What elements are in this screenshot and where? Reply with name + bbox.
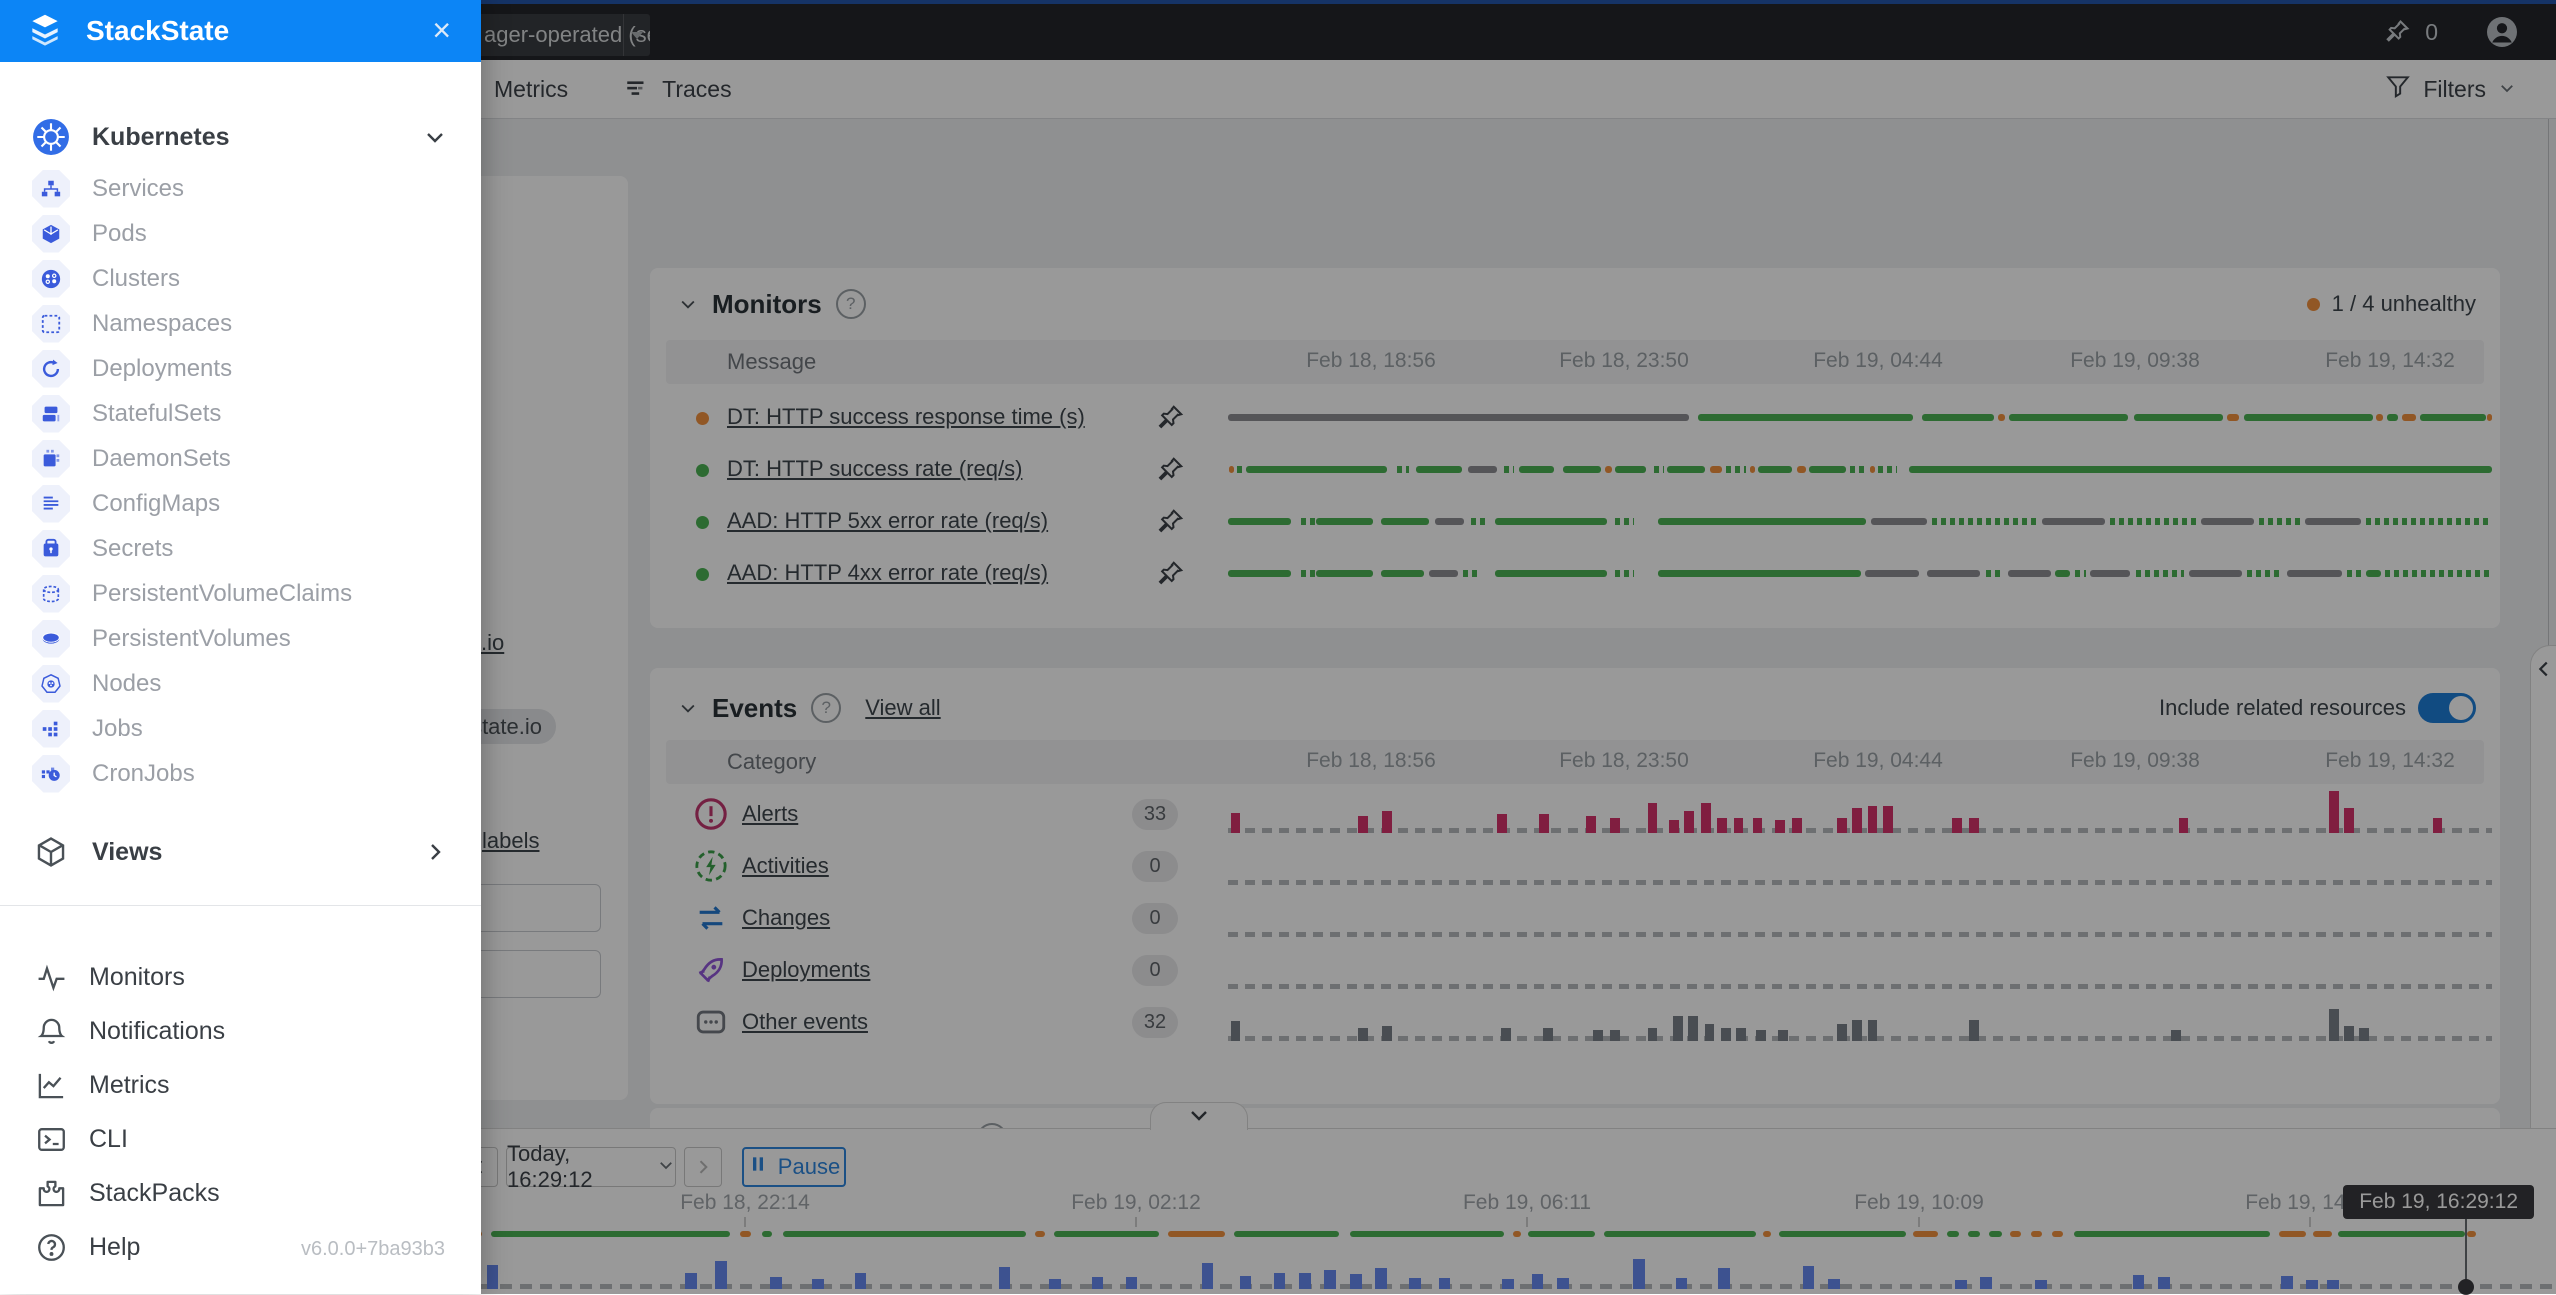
sidebar-resource-item[interactable]: DaemonSets [0,436,481,481]
app-version: v6.0.0+7ba93b3 [301,1238,445,1261]
sidebar-resource-item[interactable]: Clusters [0,256,481,301]
sidebar-resource-item[interactable]: PersistentVolumes [0,616,481,661]
sidebar-item-icon [36,1070,67,1101]
sidebar-item-views[interactable]: Views [0,828,481,876]
sidebar-item-icon [36,1124,67,1155]
sidebar-item-label: Monitors [89,963,185,992]
sidebar-bottom-item[interactable]: Monitors [0,950,481,1004]
sidebar-item-icon [36,1178,67,1209]
sidebar-item-label: Namespaces [92,310,232,338]
sidebar-item-label: Clusters [92,265,180,293]
kubernetes-icon [32,118,70,156]
sidebar-item-label: CronJobs [92,760,195,788]
chevron-down-icon [423,125,447,149]
resource-icon [32,665,70,703]
sidebar-item-label: CLI [89,1125,128,1154]
sidebar-item-label: StatefulSets [92,400,221,428]
sidebar-item-label: Nodes [92,670,161,698]
sidebar-item-label: Pods [92,220,147,248]
drawer-header: StackState × [0,0,481,62]
resource-icon [32,305,70,343]
sidebar-resource-item[interactable]: Deployments [0,346,481,391]
sidebar-resource-item[interactable]: PersistentVolumeClaims [0,571,481,616]
resource-icon [32,530,70,568]
close-drawer-icon[interactable]: × [432,14,451,46]
resource-icon [32,620,70,658]
resource-icon [32,170,70,208]
sidebar-item-label: Secrets [92,535,173,563]
sidebar-item-label: DaemonSets [92,445,231,473]
sidebar-item-label: ConfigMaps [92,490,220,518]
sidebar-resource-item[interactable]: StatefulSets [0,391,481,436]
sidebar-bottom-item[interactable]: Notifications [0,1004,481,1058]
brand-name: StackState [86,15,229,47]
sidebar-bottom-item[interactable]: CLI [0,1112,481,1166]
sidebar-item-label: Deployments [92,355,232,383]
navigation-drawer: StackState × Kubernetes Services Pods Cl… [0,0,481,1294]
sidebar-item-label: Services [92,175,184,203]
sidebar-resource-item[interactable]: Namespaces [0,301,481,346]
resource-icon [32,710,70,748]
sidebar-item-label: StackPacks [89,1179,220,1208]
sidebar-resource-item[interactable]: ConfigMaps [0,481,481,526]
sidebar-item-label: Jobs [92,715,143,743]
sidebar-item-icon [36,962,67,993]
sidebar-item-label: PersistentVolumes [92,625,291,653]
resource-icon [32,440,70,478]
resource-icon [32,395,70,433]
sidebar-bottom-item[interactable]: Metrics [0,1058,481,1112]
sidebar-item-label: Notifications [89,1017,225,1046]
sidebar-item-label: Views [92,838,162,867]
sidebar-resource-item[interactable]: Jobs [0,706,481,751]
views-cube-icon [34,835,68,869]
sidebar-item-label: Metrics [89,1071,170,1100]
stackstate-logo-icon [26,10,64,53]
sidebar-resource-item[interactable]: Nodes [0,661,481,706]
resource-icon [32,260,70,298]
sidebar-bottom-item[interactable]: StackPacks [0,1166,481,1220]
sidebar-resource-item[interactable]: CronJobs [0,751,481,796]
resource-icon [32,215,70,253]
sidebar-resource-item[interactable]: Pods [0,211,481,256]
drawer-divider [0,905,481,906]
sidebar-item-label: PersistentVolumeClaims [92,580,352,608]
sidebar-resource-item[interactable]: Services [0,166,481,211]
sidebar-item-kubernetes[interactable]: Kubernetes [0,112,481,162]
resource-icon [32,575,70,613]
sidebar-item-icon [36,1016,67,1047]
sidebar-resource-item[interactable]: Secrets [0,526,481,571]
resource-icon [32,350,70,388]
sidebar-item-label: Kubernetes [92,123,230,152]
chevron-right-icon [423,840,447,864]
sidebar-item-icon [36,1232,67,1263]
resource-icon [32,485,70,523]
resource-icon [32,755,70,793]
sidebar-item-label: Help [89,1233,140,1262]
